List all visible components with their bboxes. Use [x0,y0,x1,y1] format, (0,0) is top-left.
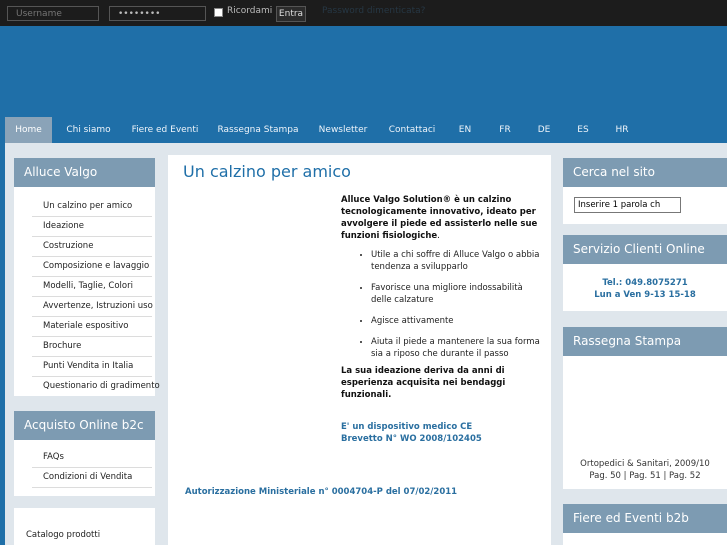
sidebar-item-avvertenze[interactable]: Avvertenze, Istruzioni uso [32,297,153,317]
main-nav: Home Chi siamo Fiere ed Eventi Rassegna … [5,117,727,143]
nav-rassegna-stampa[interactable]: Rassegna Stampa [215,117,301,143]
customer-service-box: Servizio Clienti Online Tel.: 049.807527… [563,235,727,311]
forgot-password-link[interactable]: Password dimenticata? [322,6,425,16]
sidebar-item-questionario[interactable]: Questionario di gradimento [32,377,160,396]
events-b2b-box: Fiere ed Eventi b2b [563,504,727,545]
customer-service-info: Tel.: 049.8075271 Lun a Ven 9-13 15-18 [563,277,727,301]
opening-hours: Lun a Ven 9-13 15-18 [594,290,696,300]
sidebar-menu-title: Acquisto Online b2c [14,411,155,440]
remember-label: Ricordami [227,6,273,16]
nav-chi-siamo[interactable]: Chi siamo [61,117,116,143]
password-input[interactable] [109,6,206,21]
sidebar-item-catalogo[interactable]: Catalogo prodotti [26,530,100,540]
main-area: Alluce Valgo Solution® Un calzino per am… [5,143,727,545]
nav-lang-es[interactable]: ES [572,117,594,143]
sidebar-item-calzino[interactable]: Un calzino per amico [32,197,152,217]
username-input[interactable] [7,6,99,21]
nav-fiere-eventi[interactable]: Fiere ed Eventi [129,117,201,143]
sidebar-item-punti-vendita[interactable]: Punti Vendita in Italia [32,357,152,377]
sidebar-item-condizioni[interactable]: Condizioni di Vendita [32,468,152,488]
nav-contattaci[interactable]: Contattaci [384,117,440,143]
press-review-box: Rassegna Stampa Ortopedici & Sanitari, 2… [563,327,727,489]
search-box: Cerca nel sito [563,158,727,224]
list-item: Aiuta il piede a mantenere la sua forma … [371,336,541,360]
sidebar-item-modelli[interactable]: Modelli, Taglie, Colori [32,277,152,297]
customer-service-title: Servizio Clienti Online [563,235,727,264]
ce-info: E' un dispositivo medico CE Brevetto N° … [341,421,541,445]
sidebar-menu-list: FAQs Condizioni di Vendita [32,448,152,488]
sidebar-menu-catalogo: Catalogo prodotti [14,508,155,545]
list-item: Agisce attivamente [371,315,541,327]
sidebar-item-materiale[interactable]: Materiale espositivo [32,317,152,337]
intro-text: Alluce Valgo Solution® è un calzino tecn… [341,194,541,242]
remember-checkbox[interactable] [214,8,223,17]
page-title: Un calzino per amico [183,162,351,181]
sidebar-item-costruzione[interactable]: Costruzione [32,237,152,257]
sidebar-menu-list: Un calzino per amico Ideazione Costruzio… [32,197,160,396]
sidebar-item-composizione[interactable]: Composizione e lavaggio [32,257,152,277]
press-review-pages[interactable]: Pag. 50 | Pag. 51 | Pag. 52 [563,470,727,482]
site-header [0,26,727,117]
sidebar-item-ideazione[interactable]: Ideazione [32,217,152,237]
nav-lang-fr[interactable]: FR [494,117,516,143]
press-review-source[interactable]: Ortopedici & Sanitari, 2009/10 [563,458,727,470]
authorization-text: Autorizzazione Ministeriale n° 0004704-P… [185,487,458,497]
login-submit-button[interactable]: Entra [276,6,306,22]
sidebar-item-faqs[interactable]: FAQs [32,448,152,468]
nav-lang-hr[interactable]: HR [611,117,633,143]
ce-line: E' un dispositivo medico CE [341,422,473,432]
sidebar-menu-acquisto: Acquisto Online b2c FAQs Condizioni di V… [14,411,155,496]
phone-number: Tel.: 049.8075271 [602,278,688,288]
list-item: Utile a chi soffre di Alluce Valgo o abb… [371,249,541,273]
sidebar-menu-title: Alluce Valgo Solution® [14,158,155,208]
intro-end: . [437,231,440,241]
nav-home[interactable]: Home [5,117,52,143]
press-review-info: Ortopedici & Sanitari, 2009/10 Pag. 50 |… [563,458,727,482]
benefits-list: Utile a chi soffre di Alluce Valgo o abb… [341,249,541,369]
patent-line: Brevetto N° WO 2008/102405 [341,434,482,444]
sidebar-menu-product: Alluce Valgo Solution® Un calzino per am… [14,158,160,396]
events-b2b-title: Fiere ed Eventi b2b [563,504,727,533]
press-review-title: Rassegna Stampa [563,327,727,356]
search-box-title: Cerca nel sito [563,158,727,187]
search-input[interactable] [574,197,681,213]
content-panel: Un calzino per amico Alluce Valgo Soluti… [168,155,551,545]
login-bar: Ricordami Entra Password dimenticata? [0,0,727,26]
sidebar-item-brochure[interactable]: Brochure [32,337,152,357]
nav-lang-de[interactable]: DE [533,117,555,143]
list-item: Favorisce una migliore indossabilità del… [371,282,541,306]
ideazione-text: La sua ideazione deriva da anni di esper… [341,366,506,400]
nav-lang-en[interactable]: EN [454,117,476,143]
nav-newsletter[interactable]: Newsletter [315,117,371,143]
